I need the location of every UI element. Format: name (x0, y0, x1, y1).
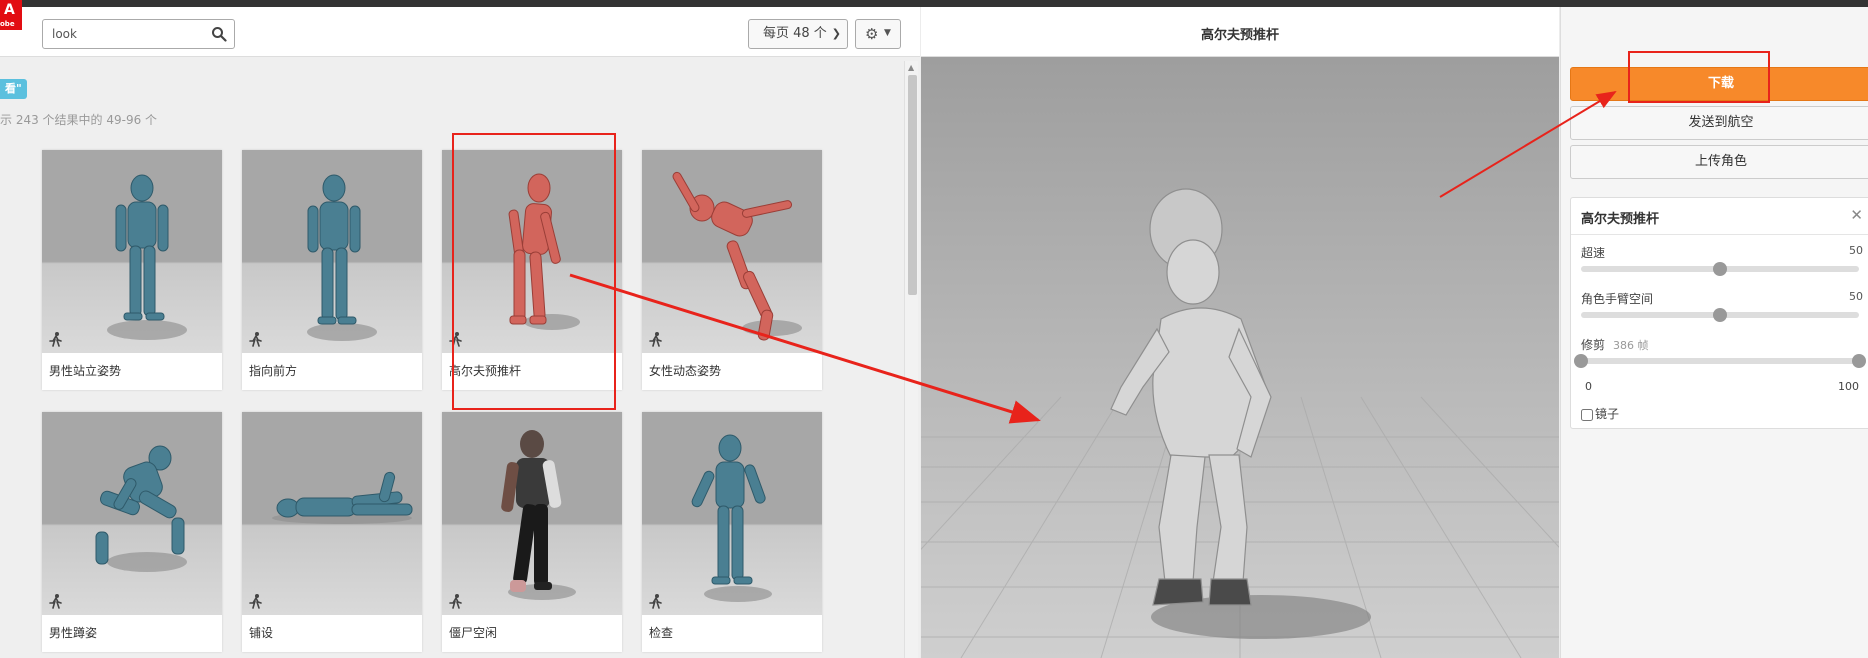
thumbnail (42, 150, 222, 353)
thumbnail (642, 412, 822, 615)
result-card[interactable]: 男性站立姿势 (42, 150, 222, 390)
thumbnail (242, 150, 422, 353)
per-page-value: 每页 48 个 (763, 26, 827, 41)
close-icon[interactable]: ✕ (1850, 206, 1863, 224)
card-label: 女性动态姿势 (649, 364, 722, 378)
divider (1571, 234, 1868, 235)
mirror-checkbox[interactable] (1581, 408, 1593, 421)
thumbnail (242, 412, 422, 615)
thumbnail (442, 412, 622, 615)
download-button[interactable]: 下载 (1570, 67, 1868, 101)
result-card[interactable]: 男性蹲姿 (42, 412, 222, 652)
trim-start-knob[interactable] (1574, 354, 1588, 368)
result-card[interactable]: 僵尸空闲 (442, 412, 622, 652)
running-man-icon (249, 594, 262, 609)
results-scrollbar[interactable]: ▲ (904, 61, 918, 658)
card-label: 男性蹲姿 (49, 626, 98, 640)
browse-panel: 每页 48 个 ❯ ⚙ ▼ 看" 示 243 个结果中的 49-96 个 (0, 7, 920, 658)
viewer-header: 高尔夫预推杆 (921, 7, 1559, 57)
preview-viewer: 高尔夫预推杆 (921, 7, 1559, 658)
card-label: 铺设 (249, 626, 274, 640)
running-man-icon (649, 332, 662, 347)
card-label: 检查 (649, 626, 674, 640)
chevron-down-icon: ❯ (831, 27, 841, 40)
card-label: 僵尸空闲 (449, 626, 498, 640)
card-label: 指向前方 (249, 364, 298, 378)
thumbnail (42, 412, 222, 615)
logo-glyph: A (4, 2, 15, 18)
result-card[interactable]: 指向前方 (242, 150, 422, 390)
overdrive-value: 50 (1849, 244, 1863, 257)
mirror-label: 镜子 (1595, 407, 1620, 421)
search-box (42, 19, 235, 49)
search-tag[interactable]: 看" (0, 79, 27, 99)
mirror-option[interactable]: 镜子 (1581, 405, 1619, 422)
animation-settings-panel: 高尔夫预推杆 ✕ 超速 50 角色手臂空间 50 修剪 386 帧 0 100 (1570, 197, 1868, 429)
browse-toolbar: 每页 48 个 ❯ ⚙ ▼ (0, 7, 920, 57)
viewer-title: 高尔夫预推杆 (1200, 28, 1279, 43)
top-bar (0, 0, 1868, 7)
overdrive-label: 超速 (1581, 246, 1606, 260)
result-card-selected[interactable]: 高尔夫预推杆 (442, 150, 622, 390)
slider-knob[interactable] (1713, 262, 1727, 276)
card-label: 高尔夫预推杆 (449, 364, 522, 378)
trim-frames: 386 帧 (1613, 339, 1649, 352)
settings-dropdown-button[interactable]: ⚙ ▼ (855, 19, 901, 49)
adobe-logo: A obe (0, 0, 22, 30)
send-to-aero-button[interactable]: 发送到航空 (1570, 106, 1868, 140)
scroll-thumb[interactable] (908, 75, 917, 295)
slider-knob[interactable] (1713, 308, 1727, 322)
running-man-icon (649, 594, 662, 609)
search-input[interactable] (43, 20, 203, 48)
logo-text: obe (0, 20, 15, 28)
scroll-up-icon[interactable]: ▲ (908, 63, 914, 72)
running-man-icon (449, 332, 462, 347)
3d-stage[interactable] (921, 57, 1559, 658)
arm-space-value: 50 (1849, 290, 1863, 303)
running-man-icon (49, 332, 62, 347)
trim-min: 0 (1585, 380, 1592, 393)
result-count: 示 243 个结果中的 49-96 个 (0, 113, 158, 127)
overdrive-slider[interactable] (1581, 262, 1859, 276)
arm-space-slider[interactable] (1581, 308, 1859, 322)
per-page-select[interactable]: 每页 48 个 ❯ (748, 19, 848, 49)
gear-icon: ⚙ (865, 25, 879, 43)
trim-end-knob[interactable] (1852, 354, 1866, 368)
trim-max: 100 (1838, 380, 1859, 393)
app-root: A obe 每页 48 个 ❯ ⚙ ▼ 看" 示 243 个结果中的 49-96… (0, 0, 1868, 658)
settings-title: 高尔夫预推杆 (1581, 212, 1660, 227)
trim-label-text: 修剪 (1581, 338, 1606, 352)
thumbnail (442, 150, 622, 353)
trim-label: 修剪 386 帧 (1581, 336, 1649, 353)
card-label: 男性站立姿势 (49, 364, 122, 378)
arm-space-label: 角色手臂空间 (1581, 292, 1654, 306)
thumbnail (642, 150, 822, 353)
running-man-icon (449, 594, 462, 609)
magnifier-icon[interactable] (211, 26, 227, 42)
result-card[interactable]: 铺设 (242, 412, 422, 652)
running-man-icon (49, 594, 62, 609)
result-card[interactable]: 女性动态姿势 (642, 150, 822, 390)
trim-range-slider[interactable] (1574, 354, 1866, 368)
caret-down-icon: ▼ (884, 28, 891, 38)
result-card[interactable]: 检查 (642, 412, 822, 652)
right-sidebar: 下载 发送到航空 上传角色 高尔夫预推杆 ✕ 超速 50 角色手臂空间 50 修… (1560, 7, 1868, 658)
upload-character-button[interactable]: 上传角色 (1570, 145, 1868, 179)
running-man-icon (249, 332, 262, 347)
